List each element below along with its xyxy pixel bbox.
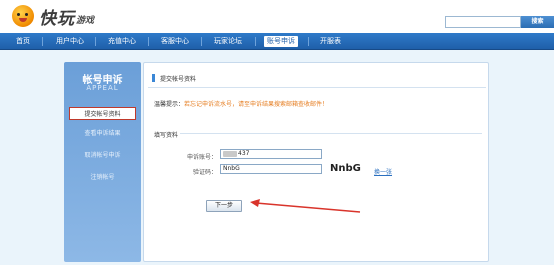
tip-label: 温馨提示： [154,101,185,108]
sidebar-item-deregister[interactable]: 注销帐号 [69,171,136,184]
header-divider [148,87,486,88]
logo-text: 快玩 [39,8,75,29]
captcha-input[interactable]: NnbG [220,164,322,174]
captcha-image[interactable]: NnbG [330,163,361,174]
nav-item-forum[interactable]: 玩家论坛 [214,36,242,47]
next-step-button[interactable]: 下一步 [206,200,242,212]
nav-divider [42,37,43,46]
appeal-sidebar: 帐号申诉 APPEAL 提交帐号资料 查看申诉结果 取消帐号申诉 注销帐号 [64,62,141,262]
nav-item-appeal[interactable]: 账号申诉 [264,36,298,47]
site-logo[interactable]: 快玩 游戏 [12,4,95,29]
nav-item-recharge[interactable]: 充值中心 [108,36,136,47]
nav-item-home[interactable]: 首页 [16,36,30,47]
search-button[interactable]: 搜索 [521,16,554,28]
nav-divider [201,37,202,46]
captcha-input-value: NnbG [223,165,240,172]
section-title: 填写资料 [154,132,179,139]
redacted-text [223,151,237,157]
sidebar-item-submit-info[interactable]: 提交帐号资料 [69,107,136,120]
tip-message: 温馨提示：若忘记申诉流水号，请至申诉结果搜索邮箱查收邮件！ [154,99,328,108]
nav-divider [308,37,309,46]
nav-divider [148,37,149,46]
account-value: 437 [238,150,250,157]
panel-header: 提交帐号资料 [152,72,196,84]
top-header: 快玩 游戏 搜索 [0,0,554,33]
captcha-label: 验证码： [192,169,217,176]
account-input[interactable]: 437 [220,149,322,159]
section-divider [180,133,482,134]
nav-item-server-list[interactable]: 开服表 [320,36,341,47]
blue-bar-icon [152,74,155,82]
tip-text: 若忘记申诉流水号，请至申诉结果搜索邮箱查收邮件！ [184,101,329,108]
sidebar-subtitle: APPEAL [86,84,119,92]
change-captcha-link[interactable]: 换一张 [374,167,392,176]
sidebar-item-cancel-appeal[interactable]: 取消帐号申诉 [69,149,136,162]
mascot-face-icon [12,5,34,27]
search-input[interactable] [445,16,521,28]
annotation-arrow-icon [250,199,361,213]
nav-divider [255,37,256,46]
appeal-form-panel: 提交帐号资料 温馨提示：若忘记申诉流水号，请至申诉结果搜索邮箱查收邮件！ 填写资… [143,62,489,262]
nav-item-support[interactable]: 客服中心 [161,36,189,47]
logo-subtext: 游戏 [76,15,95,26]
nav-item-user-center[interactable]: 用户中心 [56,36,84,47]
panel-title: 提交帐号资料 [160,75,197,83]
account-label: 申诉账号： [186,154,217,161]
nav-divider [95,37,96,46]
search-bar: 搜索 [445,16,554,28]
main-nav: 首页 用户中心 充值中心 客服中心 玩家论坛 账号申诉 开服表 [0,33,554,50]
sidebar-item-view-result[interactable]: 查看申诉结果 [69,127,136,140]
